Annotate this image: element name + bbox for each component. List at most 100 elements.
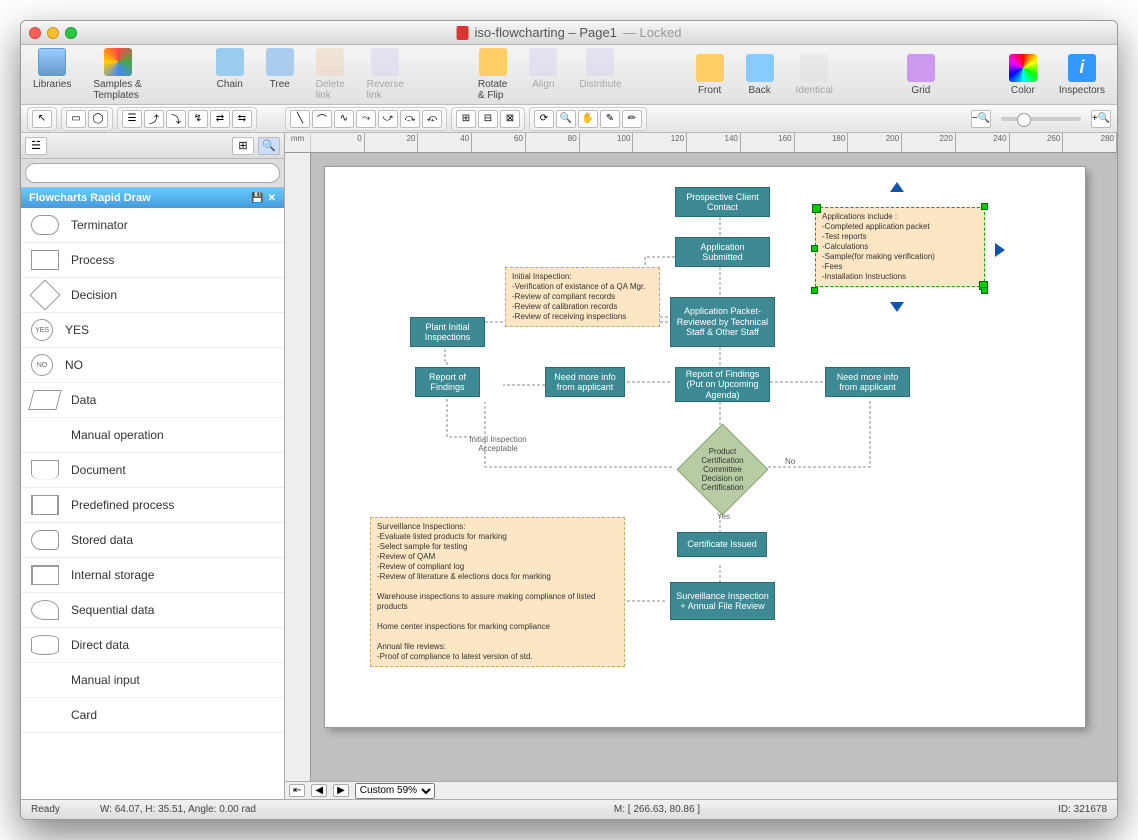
connector-tool-3[interactable]: ↯ — [188, 110, 208, 128]
reverse-link-button: Reverse link — [367, 48, 404, 101]
snap-tool-1[interactable]: ⊞ — [456, 110, 476, 128]
sidebar-tab-grid[interactable]: ⊞ — [232, 137, 254, 155]
titlebar: iso-flowcharting – Page1 — Locked — [21, 21, 1117, 45]
selection-handle[interactable] — [811, 287, 818, 294]
shape-stored-data[interactable]: Stored data — [21, 523, 284, 558]
front-button[interactable]: Front — [696, 54, 724, 96]
node-certificate-issued[interactable]: Certificate Issued — [677, 532, 767, 557]
save-icon[interactable]: 💾 — [251, 193, 263, 204]
hand-tool[interactable]: ✋ — [578, 110, 598, 128]
selection-handle[interactable] — [981, 287, 988, 294]
canvas[interactable]: Prospective Client Contact Application S… — [311, 153, 1117, 781]
label-no: No — [785, 457, 795, 466]
zoom-slider[interactable] — [1001, 117, 1081, 121]
page-first[interactable]: ⇤ — [289, 784, 305, 797]
shape-card[interactable]: Card — [21, 698, 284, 733]
node-surveillance[interactable]: Surveillance Inspection + Annual File Re… — [670, 582, 775, 620]
sidebar-tab-outline[interactable]: ☱ — [25, 137, 47, 155]
zoom-select[interactable]: Custom 59% — [355, 783, 435, 799]
snap-tool-2[interactable]: ⊟ — [478, 110, 498, 128]
rotate-flip-button[interactable]: Rotate & Flip — [478, 48, 507, 101]
line-tool-3[interactable]: ∿ — [334, 110, 354, 128]
zoom-button[interactable] — [65, 27, 77, 39]
node-application-packet[interactable]: Application Packet- Reviewed by Technica… — [670, 297, 775, 347]
status-mouse: M: [ 266.63, 80.86 ] — [614, 804, 700, 815]
shape-decision[interactable]: Decision — [21, 278, 284, 313]
brush-tool[interactable]: ✏ — [622, 110, 642, 128]
shape-process[interactable]: Process — [21, 243, 284, 278]
zoom-tool[interactable]: 🔍 — [556, 110, 576, 128]
library-header[interactable]: Flowcharts Rapid Draw 💾✕ — [21, 188, 284, 208]
shape-sequential-data[interactable]: Sequential data — [21, 593, 284, 628]
line-tool-7[interactable]: ⤽ — [422, 110, 442, 128]
note-initial-inspection[interactable]: Initial Inspection: -Verification of exi… — [505, 267, 660, 327]
shape-manual-operation[interactable]: Manual operation — [21, 418, 284, 453]
node-plant-inspections[interactable]: Plant Initial Inspections — [410, 317, 485, 347]
snap-tool-3[interactable]: ⊠ — [500, 110, 520, 128]
drag-arrow-right[interactable] — [995, 243, 1005, 257]
shape-terminator[interactable]: Terminator — [21, 208, 284, 243]
inspectors-button[interactable]: iInspectors — [1059, 54, 1105, 96]
shape-no[interactable]: NONO — [21, 348, 284, 383]
zoom-in-button[interactable]: +🔍 — [1091, 110, 1111, 128]
shape-yes[interactable]: YESYES — [21, 313, 284, 348]
pointer-tool[interactable]: ↖ — [32, 110, 52, 128]
secondary-toolbar: ↖ ▭ ◯ ☰ ⤴ ⤵ ↯ ⇄ ⇆ ╲ ⌒ ∿ ⤳ ⤻ ⤼ ⤽ ⊞ ⊟ ⊠ — [21, 105, 1117, 133]
shape-document[interactable]: Document — [21, 453, 284, 488]
node-decision[interactable]: Product Certification Committee Decision… — [677, 424, 769, 516]
color-button[interactable]: Color — [1009, 54, 1037, 96]
rect-tool[interactable]: ▭ — [66, 110, 86, 128]
line-tool-4[interactable]: ⤳ — [356, 110, 376, 128]
connector-tool-2[interactable]: ⤵ — [166, 110, 186, 128]
minimize-button[interactable] — [47, 27, 59, 39]
line-tool-1[interactable]: ╲ — [290, 110, 310, 128]
back-button[interactable]: Back — [746, 54, 774, 96]
shape-direct-data[interactable]: Direct data — [21, 628, 284, 663]
close-button[interactable] — [29, 27, 41, 39]
line-tool-6[interactable]: ⤼ — [400, 110, 420, 128]
node-report-findings-agenda[interactable]: Report of Findings (Put on Upcoming Agen… — [675, 367, 770, 402]
identical-button: Identical — [796, 54, 833, 96]
node-prospective-client[interactable]: Prospective Client Contact — [675, 187, 770, 217]
shape-manual-input[interactable]: Manual input — [21, 663, 284, 698]
connector-tool-4[interactable]: ⇄ — [210, 110, 230, 128]
library-search-input[interactable] — [25, 163, 280, 183]
drag-arrow-up[interactable] — [890, 182, 904, 192]
label-yes: Yes — [717, 512, 730, 521]
page-prev[interactable]: ◀ — [311, 784, 327, 797]
node-need-info-right[interactable]: Need more info from applicant — [825, 367, 910, 397]
close-library-icon[interactable]: ✕ — [268, 193, 276, 204]
node-report-findings[interactable]: Report of Findings — [415, 367, 480, 397]
shape-internal-storage[interactable]: Internal storage — [21, 558, 284, 593]
sidebar: ☱ ⊞ 🔍 Flowcharts Rapid Draw 💾✕ Terminato… — [21, 133, 285, 799]
text-tool[interactable]: ☰ — [122, 110, 142, 128]
connector-tool-5[interactable]: ⇆ — [232, 110, 252, 128]
eyedropper-tool[interactable]: ✎ — [600, 110, 620, 128]
line-tool-5[interactable]: ⤻ — [378, 110, 398, 128]
sidebar-tab-search[interactable]: 🔍 — [258, 137, 280, 155]
tree-button[interactable]: Tree — [266, 48, 294, 101]
page-next[interactable]: ▶ — [333, 784, 349, 797]
connector-tool-1[interactable]: ⤴ — [144, 110, 164, 128]
ellipse-tool[interactable]: ◯ — [88, 110, 108, 128]
selection-handle[interactable] — [811, 245, 818, 252]
lock-status: — Locked — [623, 25, 682, 40]
node-need-info-left[interactable]: Need more info from applicant — [545, 367, 625, 397]
selection-handle[interactable] — [981, 203, 988, 210]
line-tool-2[interactable]: ⌒ — [312, 110, 332, 128]
grid-button[interactable]: Grid — [907, 54, 935, 96]
note-applications-include[interactable]: Applications include : -Completed applic… — [815, 207, 985, 287]
note-surveillance[interactable]: Surveillance Inspections: -Evaluate list… — [370, 517, 625, 667]
libraries-button[interactable]: Libraries — [33, 48, 71, 101]
samples-templates-button[interactable]: Samples & Templates — [93, 48, 141, 101]
page[interactable]: Prospective Client Contact Application S… — [325, 167, 1085, 727]
shape-predefined-process[interactable]: Predefined process — [21, 488, 284, 523]
canvas-area: mm 0204060801001201401601802002202402602… — [285, 133, 1117, 799]
zoom-out-button[interactable]: −🔍 — [971, 110, 991, 128]
node-application-submitted[interactable]: Application Submitted — [675, 237, 770, 267]
status-id: ID: 321678 — [1058, 804, 1107, 815]
drag-arrow-down[interactable] — [890, 302, 904, 312]
chain-button[interactable]: Chain — [216, 48, 244, 101]
refresh-tool[interactable]: ⟳ — [534, 110, 554, 128]
shape-data[interactable]: Data — [21, 383, 284, 418]
